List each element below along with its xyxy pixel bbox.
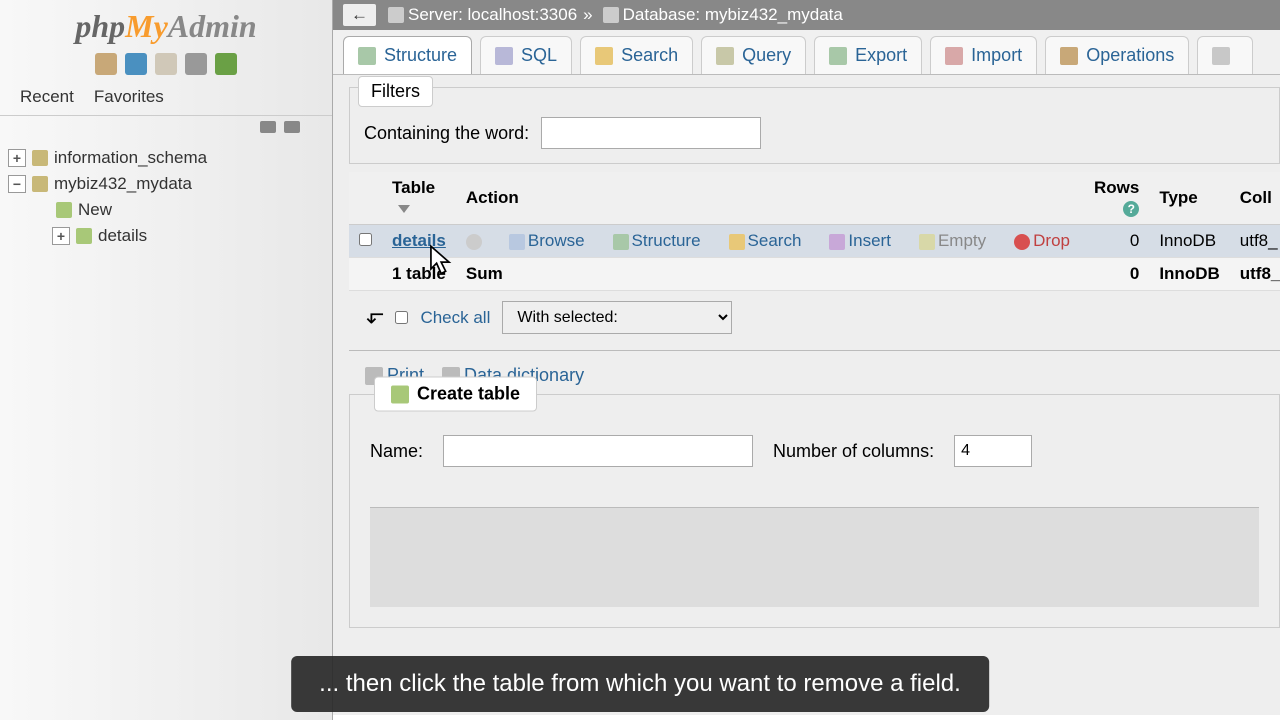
help-icon[interactable]: ? bbox=[1123, 201, 1139, 217]
new-table-icon bbox=[56, 202, 72, 218]
operations-icon bbox=[1060, 47, 1078, 65]
more-icon bbox=[1212, 47, 1230, 65]
collapse-toggle[interactable]: − bbox=[8, 175, 26, 193]
tab-import[interactable]: Import bbox=[930, 36, 1037, 74]
tab-search[interactable]: Search bbox=[580, 36, 693, 74]
breadcrumb: ← Server: localhost:3306 » Database: myb… bbox=[333, 0, 1280, 30]
filter-input[interactable] bbox=[541, 117, 761, 149]
col-action: Action bbox=[456, 172, 1084, 225]
expand-toggle[interactable]: + bbox=[52, 227, 70, 245]
table-icon bbox=[76, 228, 92, 244]
database-icon bbox=[32, 150, 48, 166]
search-action[interactable]: Search bbox=[729, 231, 802, 250]
drop-action[interactable]: Drop bbox=[1014, 231, 1070, 250]
check-all-label[interactable]: Check all bbox=[420, 308, 490, 328]
with-selected-dropdown[interactable]: With selected: bbox=[502, 301, 732, 334]
browse-icon bbox=[509, 234, 525, 250]
recent-tab[interactable]: Recent bbox=[10, 83, 84, 111]
empty-icon bbox=[919, 234, 935, 250]
drop-icon bbox=[1014, 234, 1030, 250]
row-checkbox[interactable] bbox=[359, 233, 372, 246]
collapse-icon[interactable] bbox=[260, 121, 276, 133]
col-type[interactable]: Type bbox=[1149, 172, 1229, 225]
tab-export[interactable]: Export bbox=[814, 36, 922, 74]
cols-label: Number of columns: bbox=[773, 441, 934, 462]
tab-sql[interactable]: SQL bbox=[480, 36, 572, 74]
expand-toggle[interactable]: + bbox=[8, 149, 26, 167]
col-collation[interactable]: Coll bbox=[1230, 172, 1280, 225]
docs-icon[interactable] bbox=[155, 53, 177, 75]
star-icon[interactable] bbox=[466, 234, 482, 250]
sum-row: 1 table Sum 0 InnoDB utf8_ bbox=[349, 258, 1280, 291]
home-icon[interactable] bbox=[95, 53, 117, 75]
tree-table-details[interactable]: details bbox=[98, 226, 147, 246]
structure-icon bbox=[358, 47, 376, 65]
recent-favorites-bar: Recent Favorites bbox=[0, 79, 332, 116]
search-icon bbox=[595, 47, 613, 65]
database-icon bbox=[32, 176, 48, 192]
link-icon[interactable] bbox=[284, 121, 300, 133]
create-table-icon bbox=[391, 385, 409, 403]
export-icon bbox=[829, 47, 847, 65]
quick-icons bbox=[0, 49, 332, 79]
query-icon bbox=[716, 47, 734, 65]
structure-action[interactable]: Structure bbox=[613, 231, 701, 250]
table-row[interactable]: details Browse Structure Search Insert E… bbox=[349, 225, 1280, 258]
db-information-schema[interactable]: information_schema bbox=[54, 148, 207, 168]
gear-icon[interactable] bbox=[185, 53, 207, 75]
check-arrow-icon: ↳ bbox=[361, 308, 387, 326]
tree-new[interactable]: New bbox=[78, 200, 112, 220]
sql-icon bbox=[495, 47, 513, 65]
row-type: InnoDB bbox=[1149, 225, 1229, 258]
caption-overlay: ... then click the table from which you … bbox=[291, 656, 989, 712]
insert-icon bbox=[829, 234, 845, 250]
tab-more[interactable] bbox=[1197, 36, 1253, 74]
table-name-link[interactable]: details bbox=[392, 231, 446, 250]
breadcrumb-sep: » bbox=[583, 5, 592, 25]
col-table[interactable]: Table bbox=[382, 172, 456, 225]
name-label: Name: bbox=[370, 441, 423, 462]
structure-icon bbox=[613, 234, 629, 250]
tab-operations[interactable]: Operations bbox=[1045, 36, 1189, 74]
create-table-legend: Create table bbox=[374, 377, 537, 412]
insert-action[interactable]: Insert bbox=[829, 231, 891, 250]
sort-desc-icon bbox=[398, 205, 410, 213]
server-name[interactable]: localhost:3306 bbox=[468, 5, 578, 25]
database-icon bbox=[603, 7, 619, 23]
row-rows: 0 bbox=[1084, 225, 1149, 258]
server-label: Server: bbox=[408, 5, 463, 25]
back-button[interactable]: ← bbox=[343, 4, 376, 26]
search-icon bbox=[729, 234, 745, 250]
reload-icon[interactable] bbox=[215, 53, 237, 75]
server-icon bbox=[388, 7, 404, 23]
tab-query[interactable]: Query bbox=[701, 36, 806, 74]
filters-legend: Filters bbox=[358, 76, 433, 107]
check-all-box[interactable] bbox=[395, 311, 408, 324]
table-name-input[interactable] bbox=[443, 435, 753, 467]
logout-icon[interactable] bbox=[125, 53, 147, 75]
columns-input[interactable] bbox=[954, 435, 1032, 467]
row-collation: utf8_ bbox=[1230, 225, 1280, 258]
db-label: Database: bbox=[623, 5, 701, 25]
db-mybiz[interactable]: mybiz432_mydata bbox=[54, 174, 192, 194]
empty-action[interactable]: Empty bbox=[919, 231, 986, 250]
logo: phpMyAdmin bbox=[0, 0, 332, 49]
db-name[interactable]: mybiz432_mydata bbox=[705, 5, 843, 25]
col-rows[interactable]: Rows? bbox=[1084, 172, 1149, 225]
tabs: Structure SQL Search Query Export Import… bbox=[333, 30, 1280, 75]
tab-structure[interactable]: Structure bbox=[343, 36, 472, 74]
db-tree: + information_schema − mybiz432_mydata N… bbox=[0, 141, 332, 249]
browse-action[interactable]: Browse bbox=[509, 231, 585, 250]
import-icon bbox=[945, 47, 963, 65]
containing-label: Containing the word: bbox=[364, 123, 529, 144]
favorites-tab[interactable]: Favorites bbox=[84, 83, 174, 111]
